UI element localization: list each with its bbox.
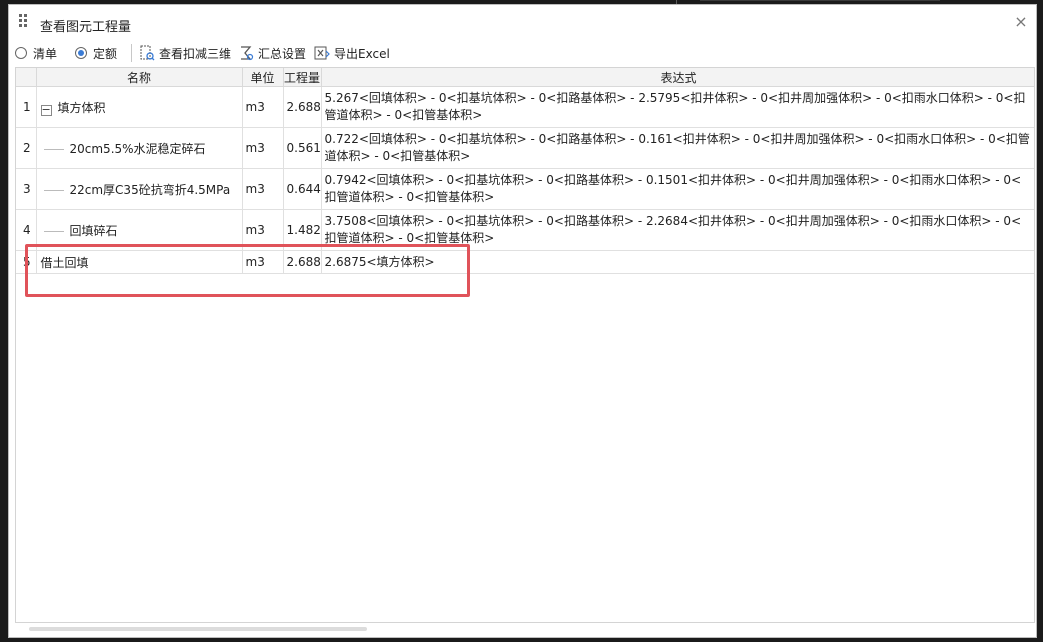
collapse-icon[interactable]: − (40, 104, 52, 116)
table-header-row: 名称 单位 工程量 表达式 (16, 68, 1034, 87)
view-deduct-3d-label: 查看扣减三维 (159, 46, 232, 61)
row-quantity: 2.688 (283, 86, 322, 128)
row-expression: 5.267<回填体积> - 0<扣基坑体积> - 0<扣路基体积> - 2.57… (321, 86, 1034, 128)
row-expression: 2.6875<填方体积> (321, 250, 1034, 274)
header-name[interactable]: 名称 (36, 68, 243, 87)
row-quantity: 1.482 (283, 209, 322, 251)
row-unit: m3 (242, 209, 284, 251)
table-row[interactable]: 1 − 填方体积 m3 2.688 5.267<回填体积> - 0<扣基坑体积> … (16, 86, 1034, 128)
radio-list-label: 清单 (33, 46, 58, 61)
summary-settings-label: 汇总设置 (258, 46, 307, 61)
background-line (700, 0, 940, 1)
table-row[interactable]: 3 22cm厚C35砼抗弯折4.5MPa m3 0.644 0.7942<回填体… (16, 168, 1034, 210)
sigma-icon (241, 46, 254, 61)
export-excel-label: 导出Excel (334, 46, 390, 61)
row-index: 4 (16, 209, 37, 251)
row-unit: m3 (242, 127, 284, 169)
row-index: 5 (16, 250, 37, 274)
row-index: 1 (16, 86, 37, 128)
row-quantity: 0.561 (283, 127, 322, 169)
tree-connector (43, 189, 64, 191)
row-name: 22cm厚C35砼抗弯折4.5MPa (69, 182, 231, 197)
toolbar-separator (131, 44, 132, 62)
radio-unchecked-icon[interactable] (15, 47, 27, 59)
row-unit: m3 (242, 168, 284, 210)
tree-connector (43, 148, 64, 150)
close-icon[interactable]: × (1014, 14, 1028, 30)
header-unit[interactable]: 单位 (242, 68, 284, 87)
row-unit: m3 (242, 86, 284, 128)
radio-quota-label: 定额 (93, 46, 118, 61)
toolbar: 清单 定额 查看扣减三维 汇总设置 导出Excel (9, 41, 1036, 65)
quantity-window: 查看图元工程量 × 清单 定额 查看扣减三维 汇总设置 导出Excel 名称 单… (8, 4, 1037, 638)
row-quantity: 2.688 (283, 250, 322, 274)
title-bar: 查看图元工程量 × (9, 5, 1036, 39)
row-name: 回填碎石 (69, 223, 118, 238)
summary-settings-button[interactable]: 汇总设置 (238, 41, 306, 65)
row-name-cell[interactable]: − 填方体积 (36, 86, 243, 128)
row-expression: 3.7508<回填体积> - 0<扣基坑体积> - 0<扣路基体积> - 2.2… (321, 209, 1034, 251)
row-name-cell[interactable]: 借土回填 (36, 250, 243, 274)
horizontal-scrollbar[interactable] (29, 627, 367, 631)
view-3d-icon (140, 45, 155, 61)
export-excel-button[interactable]: 导出Excel (314, 41, 390, 65)
radio-checked-icon[interactable] (75, 47, 87, 59)
row-expression: 0.722<回填体积> - 0<扣基坑体积> - 0<扣路基体积> - 0.16… (321, 127, 1034, 169)
tree-connector (43, 230, 64, 232)
row-quantity: 0.644 (283, 168, 322, 210)
row-name: 借土回填 (40, 255, 89, 270)
row-name-cell[interactable]: 回填碎石 (36, 209, 243, 251)
row-name: 20cm5.5%水泥稳定碎石 (69, 141, 206, 156)
radio-list-option[interactable]: 清单 (15, 41, 57, 65)
row-name: 填方体积 (57, 100, 106, 115)
row-name-cell[interactable]: 22cm厚C35砼抗弯折4.5MPa (36, 168, 243, 210)
table-row[interactable]: 5 借土回填 m3 2.688 2.6875<填方体积> (16, 250, 1034, 274)
header-quantity[interactable]: 工程量 (283, 68, 322, 87)
row-expression: 0.7942<回填体积> - 0<扣基坑体积> - 0<扣路基体积> - 0.1… (321, 168, 1034, 210)
row-index: 2 (16, 127, 37, 169)
row-unit: m3 (242, 250, 284, 274)
row-name-cell[interactable]: 20cm5.5%水泥稳定碎石 (36, 127, 243, 169)
table-row[interactable]: 2 20cm5.5%水泥稳定碎石 m3 0.561 0.722<回填体积> - … (16, 127, 1034, 169)
header-expression[interactable]: 表达式 (321, 68, 1034, 87)
drag-handle-icon[interactable] (19, 14, 30, 30)
header-index (16, 68, 37, 87)
radio-quota-option[interactable]: 定额 (75, 41, 117, 65)
window-title: 查看图元工程量 (40, 20, 132, 35)
row-index: 3 (16, 168, 37, 210)
excel-export-icon (314, 46, 330, 60)
table-row[interactable]: 4 回填碎石 m3 1.482 3.7508<回填体积> - 0<扣基坑体积> … (16, 209, 1034, 251)
view-deduct-3d-button[interactable]: 查看扣减三维 (139, 41, 231, 65)
quantity-table: 名称 单位 工程量 表达式 1 − 填方体积 m3 2.688 5.267<回填体… (15, 67, 1035, 623)
